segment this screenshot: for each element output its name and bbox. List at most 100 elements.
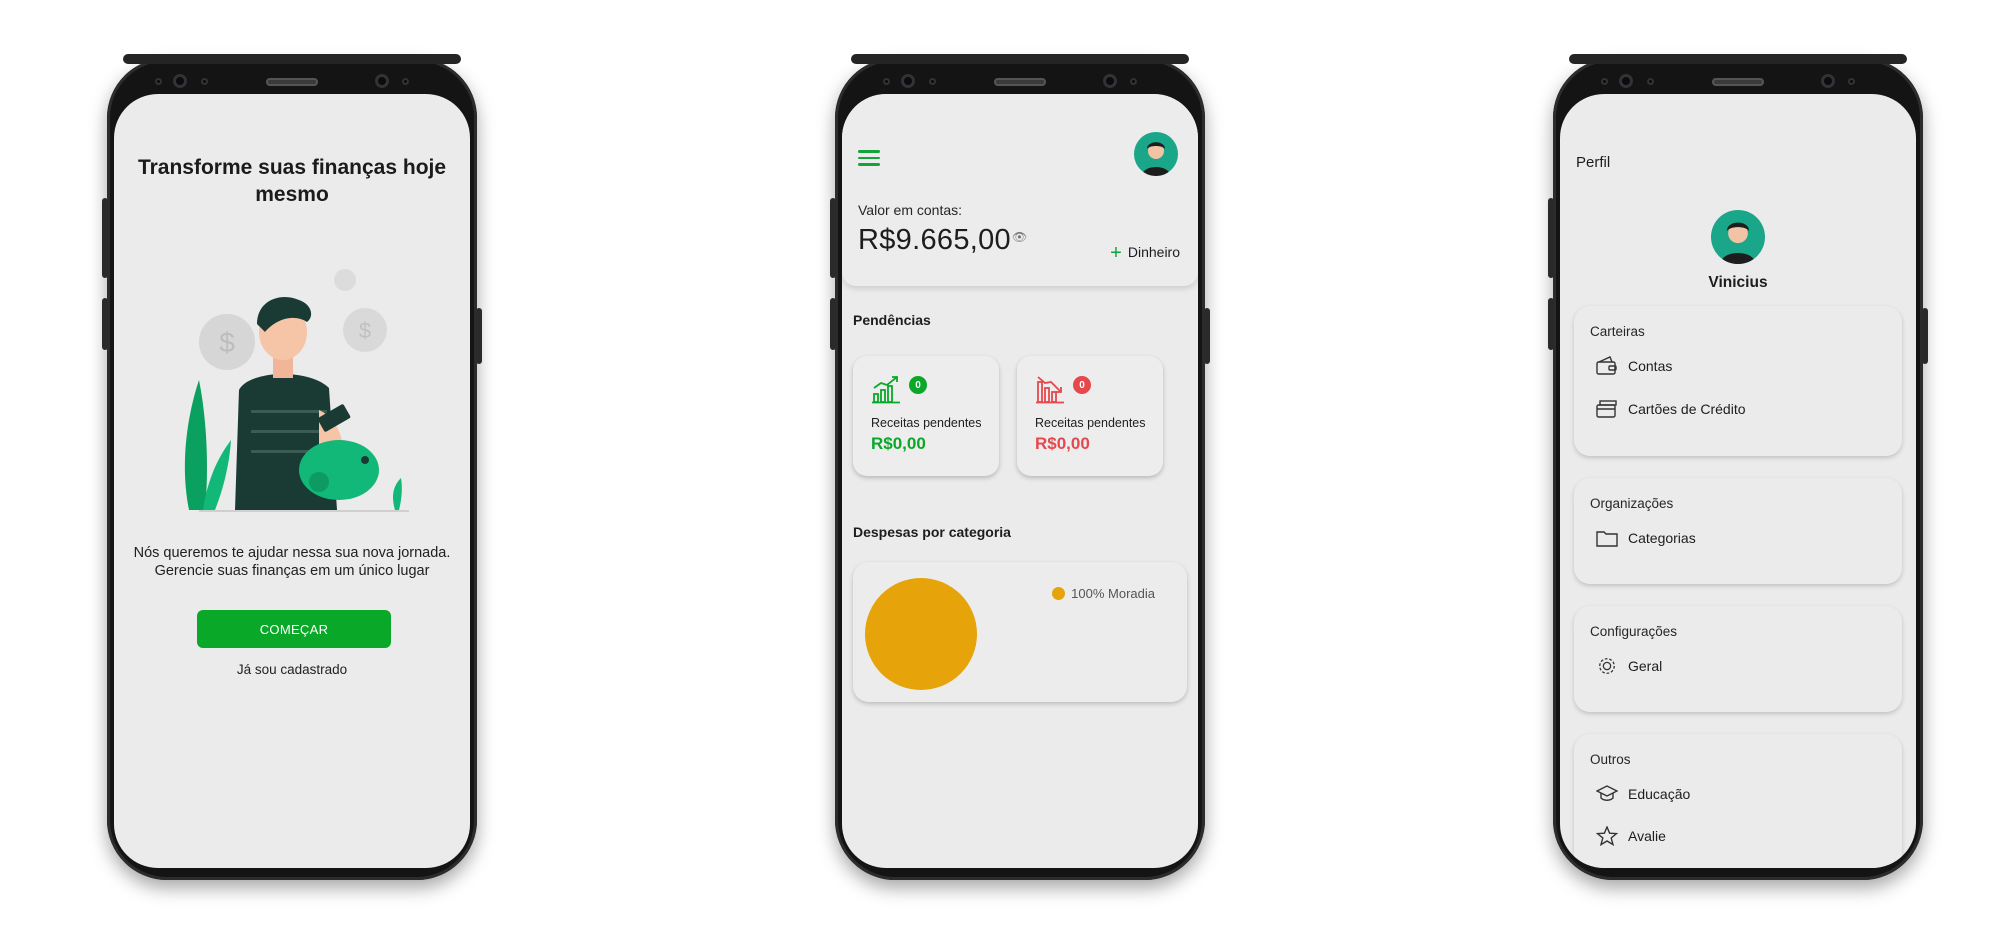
pending-value: R$0,00 (1035, 434, 1090, 453)
iris-camera (375, 74, 389, 88)
volume-button (102, 198, 108, 278)
front-camera (901, 74, 915, 88)
graduation-cap-icon (1596, 785, 1618, 801)
sensor-dot (1647, 78, 1654, 85)
saving-illustration: $ $ (184, 269, 409, 512)
svg-text:$: $ (359, 318, 371, 343)
folder-icon (1596, 531, 1618, 547)
chart-up-icon (872, 376, 900, 404)
menu-item-rate[interactable]: Avalie (1596, 826, 1666, 846)
plus-icon: + (1110, 242, 1122, 264)
menu-item-label: Geral (1628, 658, 1663, 674)
front-camera (1619, 74, 1633, 88)
menu-item-label: Educação (1628, 786, 1691, 802)
sensor-dot (1130, 78, 1137, 85)
legend-swatch (1052, 587, 1066, 600)
profile-screen: Perfil Vinicius Carteiras Contas Cartões… (1560, 94, 1916, 868)
sensor-dot (402, 78, 409, 85)
volume-button (1548, 198, 1554, 278)
organizations-group: Organizações Categorias (1574, 478, 1902, 584)
sensor-dot (155, 78, 162, 85)
sensor-dot (201, 78, 208, 85)
volume-button (830, 198, 836, 278)
eye-icon[interactable]: 👁 (1012, 230, 1027, 244)
menu-item-label: Cartões de Crédito (1628, 401, 1746, 417)
pending-label: Receitas pendentes (1035, 416, 1146, 430)
legend-label: 100% Moradia (1071, 586, 1155, 601)
pending-value: R$0,00 (871, 434, 926, 453)
add-cash-label: Dinheiro (1127, 244, 1180, 260)
earpiece-speaker (994, 78, 1046, 86)
avatar[interactable] (1711, 210, 1765, 264)
phone-dashboard: Valor em contas: R$9.665,00 👁 + Dinheiro … (830, 54, 1210, 880)
bixby-button (102, 298, 108, 350)
group-title: Organizações (1590, 496, 1674, 511)
pending-income-card[interactable]: 0 Receitas pendentes R$0,00 (853, 356, 999, 476)
gear-icon (1599, 658, 1615, 674)
front-camera (173, 74, 187, 88)
pie-slice-moradia (865, 578, 977, 690)
group-title: Outros (1590, 752, 1631, 767)
intro-title: Transforme suas finanças hoje mesmo (137, 156, 447, 206)
balance-card: Valor em contas: R$9.665,00 👁 + Dinheiro (842, 94, 1198, 286)
wallets-group: Carteiras Contas Cartões de Crédito (1574, 306, 1902, 456)
menu-item-label: Categorias (1628, 530, 1696, 546)
user-avatar-icon (1142, 142, 1170, 176)
dashboard-screen: Valor em contas: R$9.665,00 👁 + Dinheiro … (842, 94, 1198, 868)
settings-group: Configurações Geral (1574, 606, 1902, 712)
intro-text-line2: Gerencie suas finanças em um único lugar (154, 563, 430, 579)
menu-item-education[interactable]: Educação (1596, 784, 1690, 804)
chart-down-icon (1036, 376, 1064, 404)
user-name: Vinicius (1708, 274, 1768, 291)
star-icon (1596, 826, 1618, 846)
start-button[interactable]: COMEÇAR (197, 610, 391, 648)
menu-item-label: Avalie (1628, 828, 1666, 844)
bixby-button (1548, 298, 1554, 350)
wallet-icon (1596, 356, 1617, 375)
expenses-chart-card: 100% Moradia (853, 562, 1187, 702)
expenses-title: Despesas por categoria (853, 524, 1011, 540)
hamburger-menu-icon[interactable] (858, 146, 880, 170)
menu-item-label: Contas (1628, 358, 1673, 374)
bixby-button (830, 298, 836, 350)
menu-item-credit-cards[interactable]: Cartões de Crédito (1596, 399, 1746, 419)
pending-label: Receitas pendentes (871, 416, 982, 430)
user-avatar-icon (1720, 222, 1756, 264)
expenses-pie-chart (865, 578, 977, 690)
pending-count-badge: 0 (909, 376, 927, 394)
group-title: Carteiras (1590, 324, 1645, 339)
chart-legend: 100% Moradia (1052, 586, 1155, 601)
menu-item-categories[interactable]: Categorias (1596, 528, 1696, 548)
credit-card-icon (1596, 400, 1617, 418)
avatar[interactable] (1134, 132, 1178, 176)
power-button (476, 308, 482, 364)
sensor-dot (883, 78, 890, 85)
pending-expense-card[interactable]: 0 Receitas pendentes R$0,00 (1017, 356, 1163, 476)
others-group: Outros Educação Avalie (1574, 734, 1902, 868)
pending-count-badge: 0 (1073, 376, 1091, 394)
intro-screen: Transforme suas finanças hoje mesmo $ $ (114, 94, 470, 868)
iris-camera (1821, 74, 1835, 88)
pending-title: Pendências (853, 312, 931, 328)
svg-text:$: $ (219, 327, 235, 358)
sensor-dot (1848, 78, 1855, 85)
page-title: Perfil (1576, 154, 1611, 171)
earpiece-speaker (1712, 78, 1764, 86)
phone-intro: Transforme suas finanças hoje mesmo $ $ (102, 54, 482, 880)
accounts-label: Valor em contas: (858, 202, 963, 218)
sensor-dot (1601, 78, 1608, 85)
balance-value: R$9.665,00 (858, 224, 1011, 256)
sensor-dot (929, 78, 936, 85)
power-button (1922, 308, 1928, 364)
power-button (1204, 308, 1210, 364)
earpiece-speaker (266, 78, 318, 86)
menu-item-general[interactable]: Geral (1596, 656, 1662, 676)
iris-camera (1103, 74, 1117, 88)
menu-item-accounts[interactable]: Contas (1596, 356, 1672, 376)
intro-text-line1: Nós queremos te ajudar nessa sua nova jo… (133, 545, 451, 561)
phone-profile: Perfil Vinicius Carteiras Contas Cartões… (1548, 54, 1928, 880)
add-cash-button[interactable]: + Dinheiro (1110, 242, 1180, 265)
already-registered-link[interactable]: Já sou cadastrado (114, 662, 470, 677)
group-title: Configurações (1590, 624, 1678, 639)
intro-description: Nós queremos te ajudar nessa sua nova jo… (122, 544, 462, 580)
